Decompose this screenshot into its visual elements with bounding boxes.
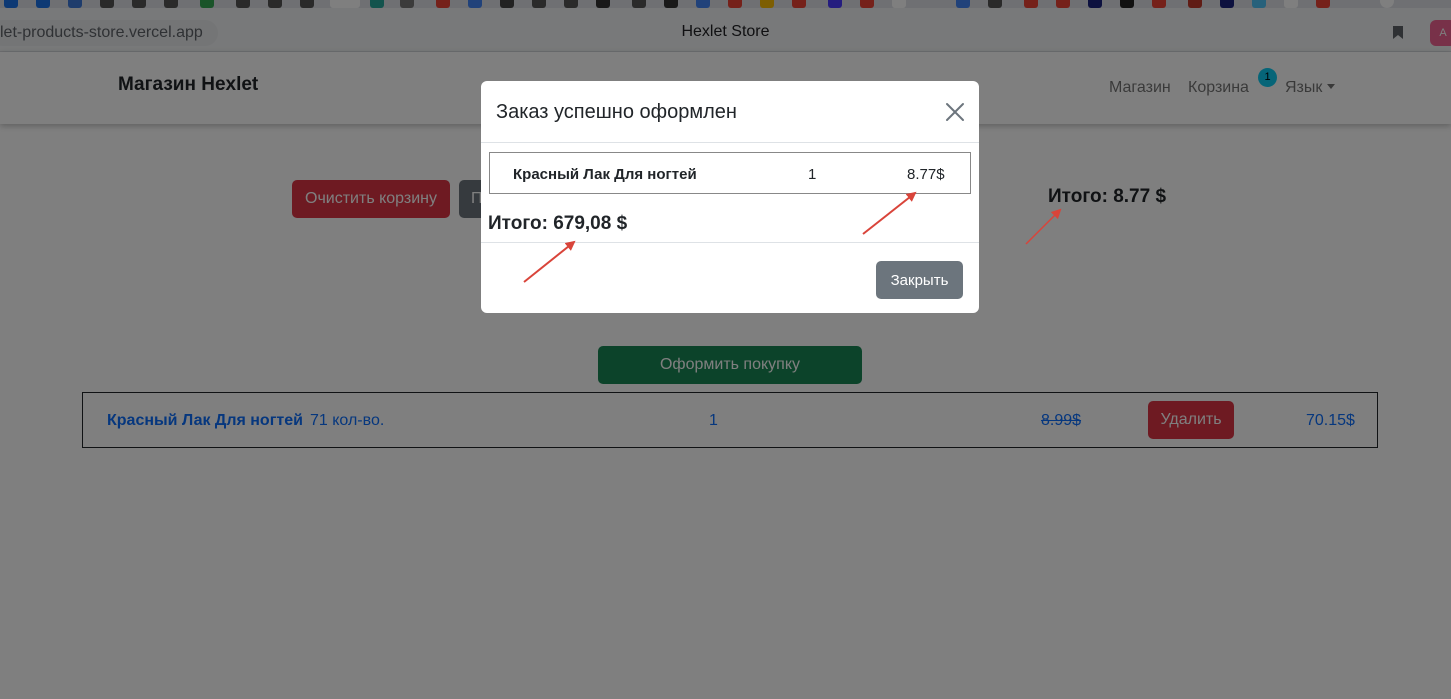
order-item-row: Красный Лак Для ногтей 1 8.77$: [489, 152, 971, 194]
order-item-price: 8.77$: [907, 166, 945, 183]
modal-footer: Закрыть: [481, 242, 979, 313]
close-button[interactable]: Закрыть: [876, 261, 963, 299]
order-item-name: Красный Лак Для ногтей: [513, 166, 697, 183]
order-success-modal: Заказ успешно оформлен Красный Лак Для н…: [481, 81, 979, 313]
order-item-quantity: 1: [808, 166, 817, 183]
modal-header: Заказ успешно оформлен: [481, 81, 979, 143]
close-icon[interactable]: [944, 101, 966, 123]
order-total: Итого: 679,08 $: [488, 213, 628, 234]
modal-title: Заказ успешно оформлен: [496, 101, 737, 123]
